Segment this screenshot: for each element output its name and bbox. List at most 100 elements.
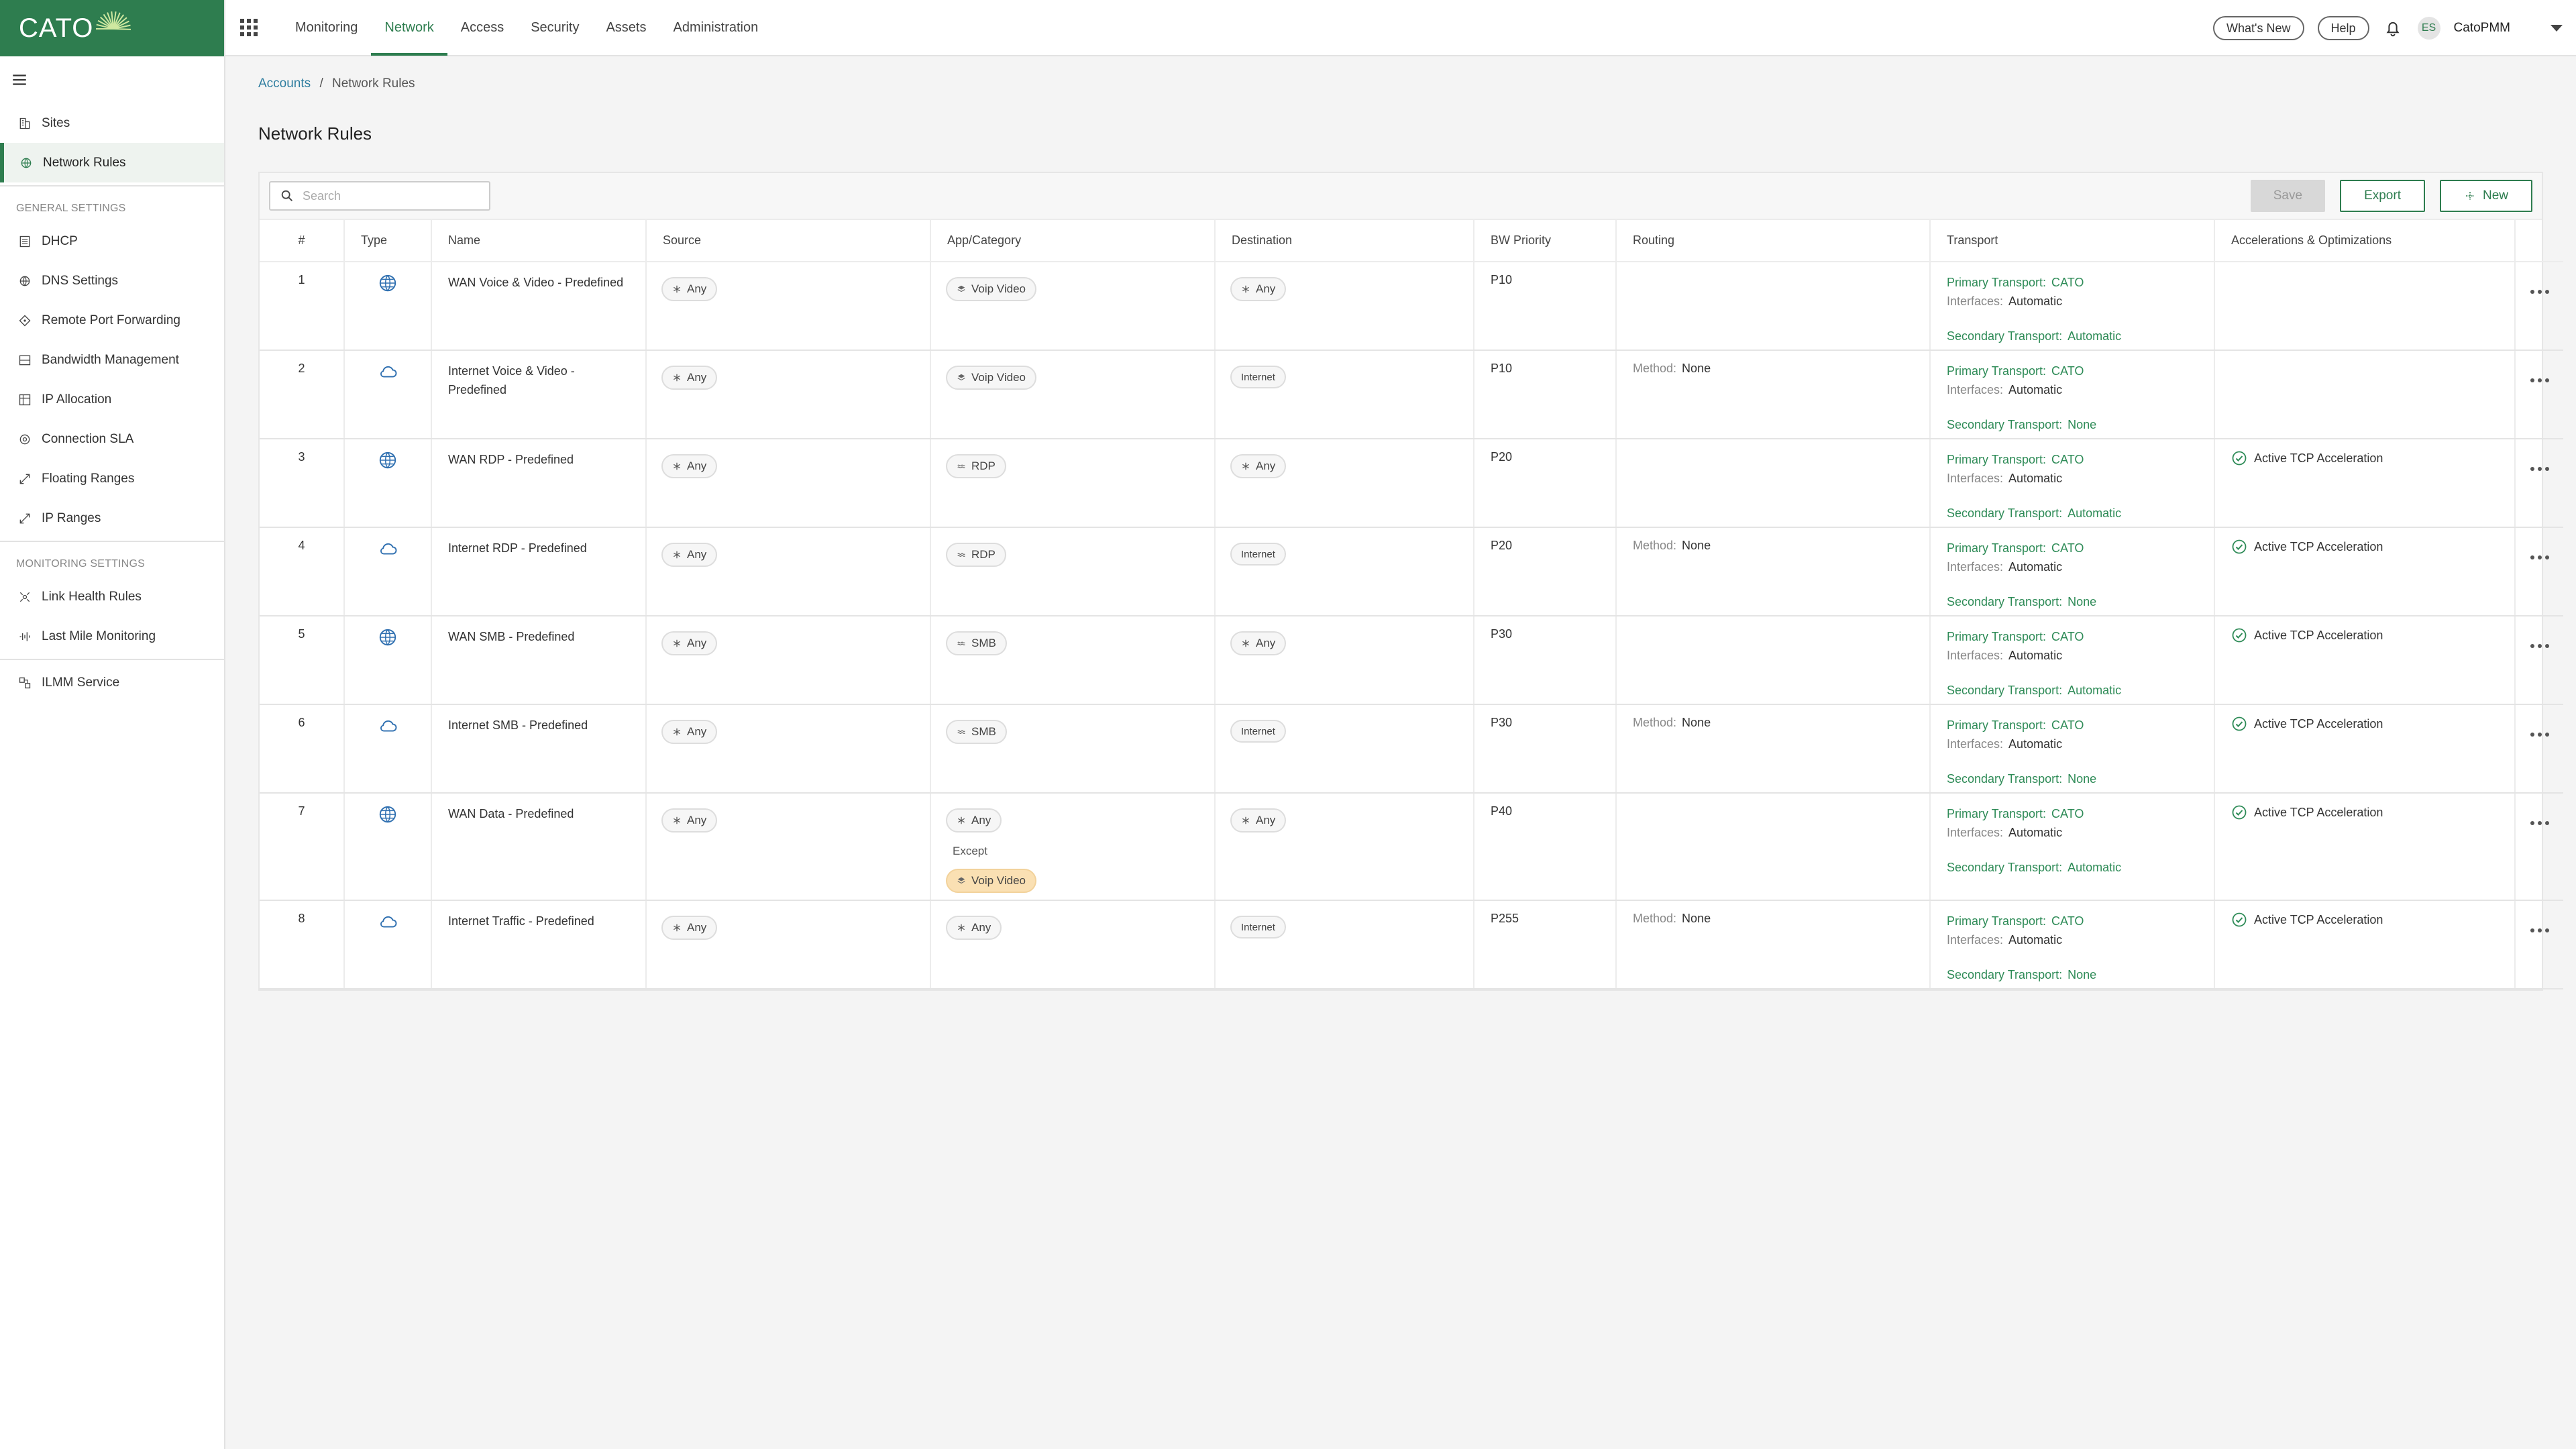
chip[interactable]: Internet bbox=[1230, 366, 1286, 388]
chip[interactable]: Any bbox=[661, 277, 718, 301]
transport-cell: Primary Transport: CATO Interfaces: Automat… bbox=[1930, 527, 2215, 616]
chip[interactable]: Any bbox=[661, 808, 718, 833]
chip[interactable]: SMB bbox=[946, 720, 1007, 744]
save-button[interactable]: Save bbox=[2250, 180, 2326, 212]
table-row[interactable]: 5 WAN SMB - Predefined Any SMB Any P30 Primary… bbox=[260, 616, 2563, 705]
more-options-icon[interactable] bbox=[2516, 450, 2563, 472]
rule-name[interactable]: WAN Voice & Video - Predefined bbox=[431, 262, 647, 351]
table-row[interactable]: 4 Internet RDP - Predefined Any RDP Internet… bbox=[260, 527, 2563, 616]
table-row[interactable]: 1 WAN Voice & Video - Predefined Any Voip V… bbox=[260, 262, 2563, 351]
column-header[interactable]: Destination bbox=[1215, 220, 1474, 262]
search-input[interactable]: Search bbox=[269, 181, 490, 211]
chip[interactable]: SMB bbox=[946, 631, 1007, 655]
chip[interactable]: Any bbox=[661, 366, 718, 390]
rule-name[interactable]: WAN RDP - Predefined bbox=[431, 439, 647, 528]
more-options-icon[interactable] bbox=[2516, 362, 2563, 383]
chip[interactable]: Internet bbox=[1230, 543, 1286, 566]
rule-name[interactable]: WAN SMB - Predefined bbox=[431, 616, 647, 705]
chip[interactable]: Any bbox=[661, 631, 718, 655]
sidebar-item-dhcp[interactable]: DHCP bbox=[0, 221, 224, 261]
column-header[interactable]: # bbox=[260, 220, 345, 262]
tab-monitoring[interactable]: Monitoring bbox=[282, 0, 371, 56]
sidebar-item-ip-allocation[interactable]: IP Allocation bbox=[0, 380, 224, 419]
table-row[interactable]: 2 Internet Voice & Video - Predefined Any V… bbox=[260, 350, 2563, 439]
whats-new-button[interactable]: What's New bbox=[2213, 16, 2304, 40]
new-button[interactable]: New bbox=[2439, 180, 2532, 212]
column-header[interactable]: BW Priority bbox=[1474, 220, 1617, 262]
sidebar-item-last-mile-monitoring[interactable]: Last Mile Monitoring bbox=[0, 616, 224, 656]
table-row[interactable]: 3 WAN RDP - Predefined Any RDP Any P20 Primary… bbox=[260, 439, 2563, 528]
column-header[interactable]: Type bbox=[344, 220, 432, 262]
primary-transport: Primary Transport: CATO bbox=[1947, 362, 2214, 380]
export-button[interactable]: Export bbox=[2340, 180, 2425, 212]
column-header[interactable]: Accelerations & Optimizations bbox=[2214, 220, 2516, 262]
column-header[interactable]: Routing bbox=[1616, 220, 1931, 262]
rule-name[interactable]: Internet Traffic - Predefined bbox=[431, 900, 647, 989]
sidebar-item-ilmm-service[interactable]: ILMM Service bbox=[0, 663, 224, 702]
chevron-down-icon[interactable] bbox=[2551, 25, 2563, 32]
bell-icon[interactable] bbox=[2383, 18, 2403, 38]
column-header[interactable]: Transport bbox=[1930, 220, 2215, 262]
chip[interactable]: Voip Video bbox=[946, 277, 1036, 301]
rule-name[interactable]: WAN Data - Predefined bbox=[431, 793, 647, 901]
avatar[interactable]: ES bbox=[2417, 17, 2440, 40]
menu-toggle[interactable] bbox=[0, 56, 224, 103]
sidebar-item-dns-settings[interactable]: DNS Settings bbox=[0, 261, 224, 301]
chip[interactable]: Any bbox=[1230, 454, 1287, 478]
routing-cell: Method: None bbox=[1616, 900, 1931, 989]
sidebar-item-ip-ranges[interactable]: IP Ranges bbox=[0, 498, 224, 538]
chip[interactable]: Any bbox=[661, 916, 718, 940]
breadcrumb-accounts-link[interactable]: Accounts bbox=[258, 76, 311, 91]
tab-administration[interactable]: Administration bbox=[660, 0, 772, 56]
destination-cell: Internet bbox=[1215, 704, 1474, 794]
sidebar-item-floating-ranges[interactable]: Floating Ranges bbox=[0, 459, 224, 498]
account-name[interactable]: CatoPMM bbox=[2454, 21, 2510, 36]
sidebar-item-sites[interactable]: Sites bbox=[0, 103, 224, 143]
rule-name[interactable]: Internet SMB - Predefined bbox=[431, 704, 647, 794]
help-button[interactable]: Help bbox=[2317, 16, 2369, 40]
chip[interactable]: Voip Video bbox=[946, 366, 1036, 390]
chip[interactable]: Any bbox=[946, 808, 1002, 833]
sidebar-item-bandwidth-management[interactable]: Bandwidth Management bbox=[0, 340, 224, 380]
chip[interactable]: Any bbox=[1230, 277, 1287, 301]
more-options-icon[interactable] bbox=[2516, 912, 2563, 933]
app-grid-icon[interactable] bbox=[240, 19, 258, 36]
tab-network[interactable]: Network bbox=[371, 0, 447, 56]
table-row[interactable]: 6 Internet SMB - Predefined Any SMB Internet… bbox=[260, 704, 2563, 794]
column-header[interactable]: Name bbox=[431, 220, 647, 262]
method-value: None bbox=[1682, 716, 1711, 729]
link-health-icon bbox=[17, 590, 32, 604]
chip[interactable]: Any bbox=[1230, 808, 1287, 833]
chip[interactable]: Internet bbox=[1230, 720, 1286, 743]
secondary-transport-label: Secondary Transport: bbox=[1947, 772, 2063, 786]
more-options-icon[interactable] bbox=[2516, 627, 2563, 649]
sidebar-item-link-health-rules[interactable]: Link Health Rules bbox=[0, 577, 224, 616]
chip[interactable]: RDP bbox=[946, 454, 1006, 478]
sidebar-item-remote-port-forwarding[interactable]: Remote Port Forwarding bbox=[0, 301, 224, 340]
more-options-icon[interactable] bbox=[2516, 716, 2563, 737]
chip[interactable]: Any bbox=[661, 454, 718, 478]
more-options-icon[interactable] bbox=[2516, 539, 2563, 560]
tab-security[interactable]: Security bbox=[517, 0, 592, 56]
chip[interactable]: Any bbox=[946, 916, 1002, 940]
sidebar-item-network-rules[interactable]: Network Rules bbox=[0, 143, 224, 182]
more-options-icon[interactable] bbox=[2516, 804, 2563, 826]
table-row[interactable]: 8 Internet Traffic - Predefined Any Any Inte… bbox=[260, 900, 2563, 989]
more-options-icon[interactable] bbox=[2516, 273, 2563, 294]
chip[interactable]: Internet bbox=[1230, 916, 1286, 938]
chip-label: RDP bbox=[971, 548, 996, 561]
rule-name[interactable]: Internet Voice & Video - Predefined bbox=[431, 350, 647, 439]
column-header[interactable]: Source bbox=[646, 220, 931, 262]
logo[interactable]: CATO bbox=[0, 0, 224, 56]
chip[interactable]: Any bbox=[1230, 631, 1287, 655]
rule-name[interactable]: Internet RDP - Predefined bbox=[431, 527, 647, 616]
chip[interactable]: Any bbox=[661, 720, 718, 744]
sidebar-item-connection-sla[interactable]: Connection SLA bbox=[0, 419, 224, 459]
chip[interactable]: Voip Video bbox=[946, 869, 1036, 893]
tab-access[interactable]: Access bbox=[447, 0, 517, 56]
table-row[interactable]: 7 WAN Data - Predefined Any Any Except Voip V… bbox=[260, 793, 2563, 901]
column-header[interactable]: App/Category bbox=[930, 220, 1216, 262]
chip[interactable]: RDP bbox=[946, 543, 1006, 567]
chip[interactable]: Any bbox=[661, 543, 718, 567]
tab-assets[interactable]: Assets bbox=[592, 0, 659, 56]
